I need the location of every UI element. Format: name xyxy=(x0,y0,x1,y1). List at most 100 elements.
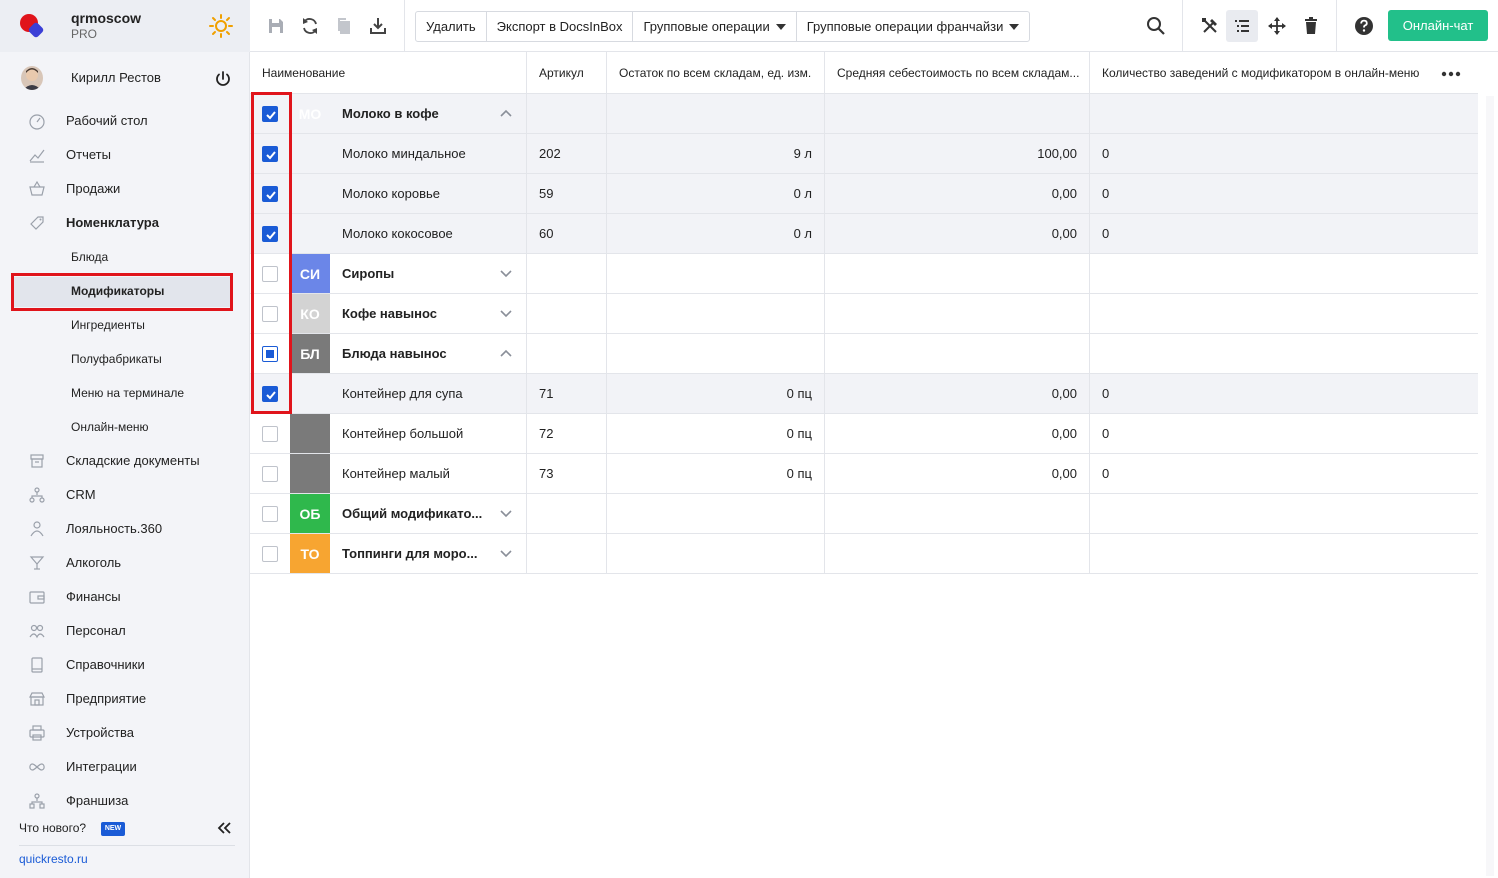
chevron-down-icon[interactable] xyxy=(499,308,513,318)
row-cost: 0,00 xyxy=(825,174,1090,213)
nav-item-nomenclature[interactable]: Номенклатура xyxy=(0,206,250,240)
sun-theme-icon[interactable] xyxy=(209,14,233,38)
sidebar-divider xyxy=(19,845,235,846)
more-options-icon[interactable] xyxy=(1441,71,1461,77)
row-article xyxy=(527,294,607,333)
row-online-count: 0 xyxy=(1102,466,1110,481)
table-row[interactable]: Контейнер малый 73 0 пц 0,00 0 xyxy=(250,454,1478,494)
nav-item-dashboard[interactable]: Рабочий стол xyxy=(0,104,250,138)
search-icon[interactable] xyxy=(1146,16,1166,36)
row-stock xyxy=(607,494,825,533)
avatar[interactable] xyxy=(21,66,43,90)
chevron-down-icon[interactable] xyxy=(499,508,513,518)
sub-item-ingredients[interactable]: Ингредиенты xyxy=(0,308,250,342)
row-article: 59 xyxy=(527,174,607,213)
franchise-group-operations-dropdown[interactable]: Групповые операции франчайзи xyxy=(797,12,1030,41)
table-row[interactable]: Молоко кокосовое 60 0 л 0,00 0 xyxy=(250,214,1478,254)
nav-item-crm[interactable]: CRM xyxy=(0,478,250,512)
group-operations-dropdown[interactable]: Групповые операции xyxy=(633,12,797,41)
table-row[interactable]: Контейнер для супа 71 0 пц 0,00 0 xyxy=(250,374,1478,414)
row-online-count xyxy=(1090,254,1478,293)
row-checkbox[interactable] xyxy=(262,546,278,562)
row-article xyxy=(527,254,607,293)
nav-item-enterprise[interactable]: Предприятие xyxy=(0,682,250,716)
action-button-group: Удалить Экспорт в DocsInBox Групповые оп… xyxy=(415,11,1031,42)
export-docsinbox-button[interactable]: Экспорт в DocsInBox xyxy=(487,12,634,41)
sub-item-terminal-menu[interactable]: Меню на терминале xyxy=(0,376,250,410)
list-view-icon[interactable] xyxy=(1232,16,1252,36)
table-row[interactable]: Молоко миндальное 202 9 л 100,00 0 xyxy=(250,134,1478,174)
franchise-icon xyxy=(29,793,45,809)
nav-item-label: Рабочий стол xyxy=(66,113,148,128)
user-name[interactable]: Кирилл Рестов xyxy=(71,70,161,85)
row-article: 60 xyxy=(527,214,607,253)
chevron-down-icon[interactable] xyxy=(499,268,513,278)
infinity-icon xyxy=(29,763,45,771)
nav-item-reports[interactable]: Отчеты xyxy=(0,138,250,172)
brand-header[interactable]: qrmoscow PRO xyxy=(0,0,250,52)
nav-item-references[interactable]: Справочники xyxy=(0,648,250,682)
table-row-group[interactable]: КО Кофе навынос xyxy=(250,294,1478,334)
nav-item-devices[interactable]: Устройства xyxy=(0,716,250,750)
download-icon[interactable] xyxy=(368,16,388,36)
nav-item-finance[interactable]: Финансы xyxy=(0,580,250,614)
chevron-up-icon[interactable] xyxy=(499,348,513,358)
row-name: Молоко коровье xyxy=(342,174,527,213)
refresh-icon[interactable] xyxy=(300,16,320,36)
sub-item-online-menu[interactable]: Онлайн-меню xyxy=(0,410,250,444)
power-logout-icon[interactable] xyxy=(214,70,232,88)
nav-item-integrations[interactable]: Интеграции xyxy=(0,750,250,784)
nav-item-label: Франшиза xyxy=(66,793,129,808)
table-row-group[interactable]: БЛ Блюда навынос xyxy=(250,334,1478,374)
caret-down-icon xyxy=(1009,23,1020,30)
row-cost xyxy=(825,294,1090,333)
row-cost xyxy=(825,334,1090,373)
column-header-name[interactable]: Наименование xyxy=(250,52,527,94)
nav-item-label: Интеграции xyxy=(66,759,137,774)
toolbar: Удалить Экспорт в DocsInBox Групповые оп… xyxy=(250,0,1498,52)
table-row-group[interactable]: СИ Сиропы xyxy=(250,254,1478,294)
chevron-up-icon[interactable] xyxy=(499,108,513,118)
row-checkbox[interactable] xyxy=(262,506,278,522)
collapse-sidebar-icon[interactable] xyxy=(216,820,232,836)
table-row-group[interactable]: МО Молоко в кофе xyxy=(250,94,1478,134)
nav-item-franchise[interactable]: Франшиза xyxy=(0,784,250,818)
tools-icon[interactable] xyxy=(1200,16,1220,36)
row-checkbox[interactable] xyxy=(262,426,278,442)
row-online-count xyxy=(1090,294,1478,333)
trash-icon[interactable] xyxy=(1301,16,1321,36)
whats-new-link[interactable]: Что нового? xyxy=(19,821,86,835)
help-icon[interactable] xyxy=(1354,16,1374,36)
user-panel: Кирилл Рестов xyxy=(0,52,250,102)
save-icon[interactable] xyxy=(266,16,286,36)
row-cost: 0,00 xyxy=(825,414,1090,453)
column-header-article[interactable]: Артикул xyxy=(527,52,607,94)
table-row-group[interactable]: ОБ Общий модификато... xyxy=(250,494,1478,534)
row-checkbox[interactable] xyxy=(262,466,278,482)
nav-item-loyalty[interactable]: Лояльность.360 xyxy=(0,512,250,546)
table-row[interactable]: Контейнер большой 72 0 пц 0,00 0 xyxy=(250,414,1478,454)
copy-icon[interactable] xyxy=(334,16,354,36)
chevron-down-icon[interactable] xyxy=(499,548,513,558)
delete-button[interactable]: Удалить xyxy=(416,12,487,41)
table-row-group[interactable]: ТО Топпинги для моро... xyxy=(250,534,1478,574)
table-row[interactable]: Молоко коровье 59 0 л 0,00 0 xyxy=(250,174,1478,214)
nav-item-alcohol[interactable]: Алкоголь xyxy=(0,546,250,580)
site-link[interactable]: quickresto.ru xyxy=(19,852,88,866)
loyalty-icon xyxy=(30,521,44,537)
column-header-cost[interactable]: Средняя себестоимость по всем складам... xyxy=(825,52,1090,94)
row-cost xyxy=(825,94,1090,133)
nav-item-staff[interactable]: Персонал xyxy=(0,614,250,648)
nav-item-warehouse[interactable]: Складские документы xyxy=(0,444,250,478)
alcohol-glass-icon xyxy=(29,556,45,570)
move-arrows-icon[interactable] xyxy=(1267,16,1287,36)
row-cost: 100,00 xyxy=(825,134,1090,173)
online-chat-button[interactable]: Онлайн-чат xyxy=(1388,10,1488,41)
nav-item-label: Предприятие xyxy=(66,691,147,706)
vertical-scrollbar[interactable] xyxy=(1486,96,1494,876)
sub-item-semifinished[interactable]: Полуфабрикаты xyxy=(0,342,250,376)
column-header-stock[interactable]: Остаток по всем складам, ед. изм. xyxy=(607,52,825,94)
nav-item-sales[interactable]: Продажи xyxy=(0,172,250,206)
column-header-online-count[interactable]: Количество заведений с модификатором в о… xyxy=(1090,52,1478,94)
sub-item-dishes[interactable]: Блюда xyxy=(0,240,250,274)
